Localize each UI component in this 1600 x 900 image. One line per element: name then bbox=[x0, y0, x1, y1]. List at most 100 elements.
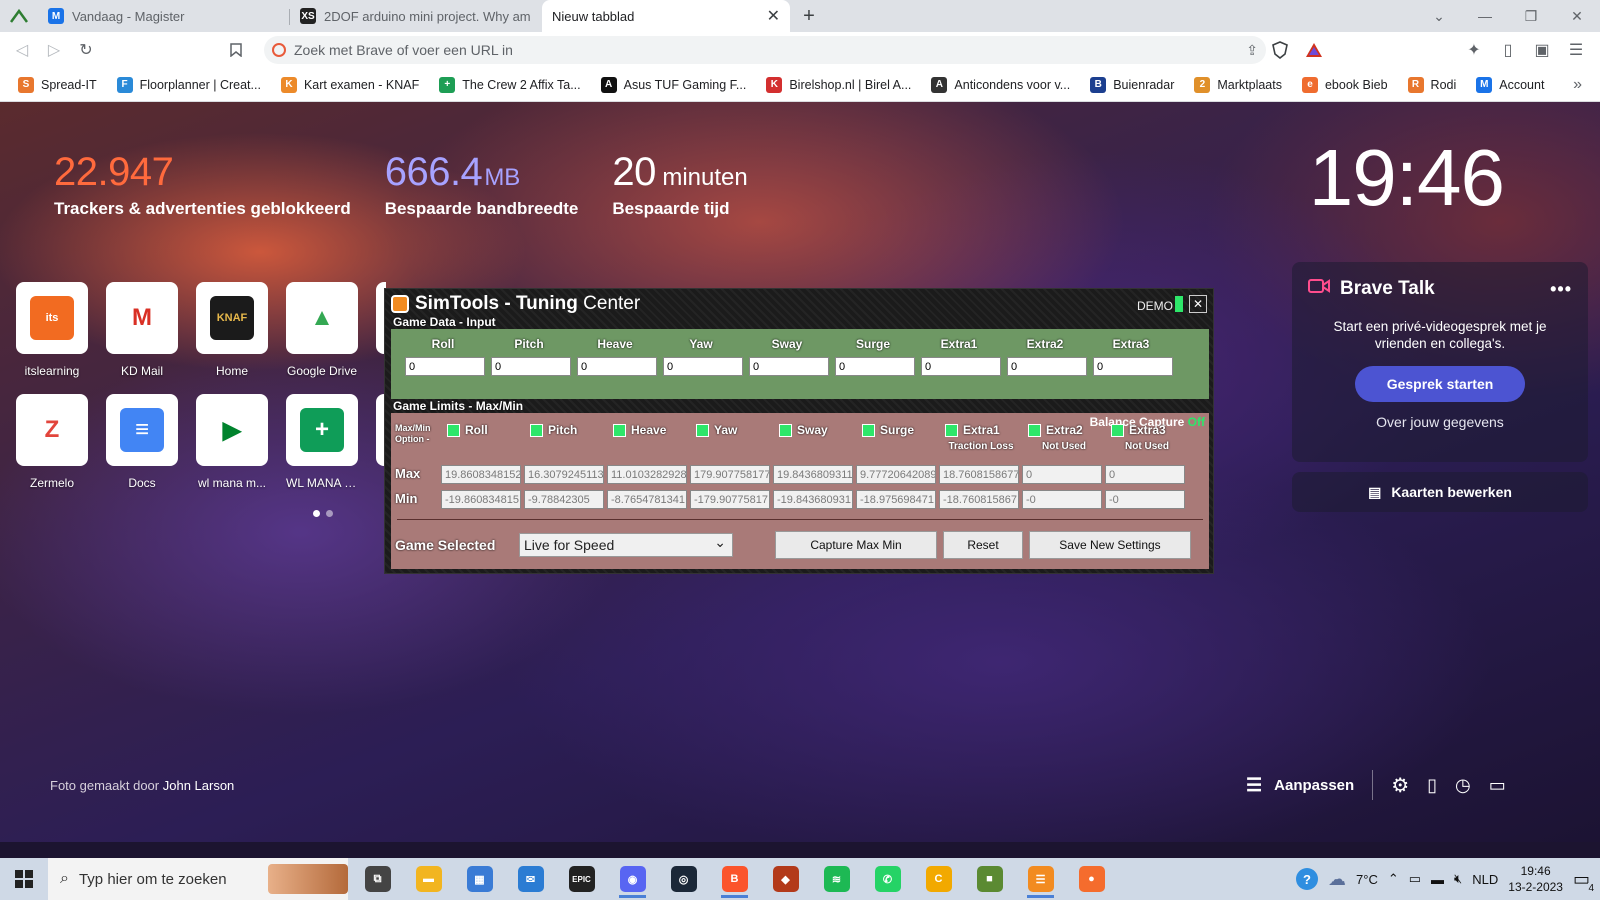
pager-dot[interactable] bbox=[326, 510, 333, 517]
axis-input-field[interactable]: 0 bbox=[921, 357, 1001, 376]
maximize-icon[interactable]: ❐ bbox=[1508, 0, 1554, 32]
new-tab-plus-icon[interactable]: + bbox=[794, 0, 824, 32]
top-site-tile[interactable]: ▲ Google Drive bbox=[286, 282, 358, 378]
pager-dot[interactable] bbox=[313, 510, 320, 517]
bookmarks-overflow-icon[interactable]: » bbox=[1573, 76, 1592, 94]
language[interactable]: NLD bbox=[1472, 872, 1498, 887]
bookmark-item[interactable]: + The Crew 2 Affix Ta... bbox=[429, 76, 590, 93]
taskbar-file-explorer-icon[interactable]: ▬ bbox=[403, 858, 454, 900]
max-value-field[interactable]: 0 bbox=[1105, 465, 1185, 484]
axis-checkbox[interactable]: Pitch bbox=[530, 423, 577, 437]
brave-talk-icon[interactable]: ▭ bbox=[1489, 775, 1506, 796]
axis-checkbox[interactable]: Surge bbox=[862, 423, 914, 437]
top-site-tile[interactable]: KNAF Home bbox=[196, 282, 268, 378]
axis-checkbox[interactable]: Sway bbox=[779, 423, 828, 437]
battery-icon[interactable]: ▬ bbox=[1431, 872, 1444, 887]
reset-button[interactable]: Reset bbox=[943, 531, 1023, 559]
bookmark-item[interactable]: S Spread-IT bbox=[8, 76, 107, 93]
axis-checkbox[interactable]: Yaw bbox=[696, 423, 737, 437]
max-value-field[interactable]: 0 bbox=[1022, 465, 1102, 484]
top-site-tile[interactable]: its itslearning bbox=[16, 282, 88, 378]
bookmark-item[interactable]: K Birelshop.nl | Birel A... bbox=[756, 76, 921, 93]
top-site-tile[interactable]: ▶ wl mana m... bbox=[196, 394, 268, 490]
brave-shields-icon[interactable] bbox=[1266, 36, 1294, 64]
edit-cards-button[interactable]: ▤ Kaarten bewerken bbox=[1292, 472, 1588, 512]
taskbar-brave-icon[interactable]: B bbox=[709, 858, 760, 900]
bookmark-icon[interactable] bbox=[222, 36, 250, 64]
taskbar-mail-icon[interactable]: ✉ bbox=[505, 858, 556, 900]
axis-input-field[interactable]: 0 bbox=[577, 357, 657, 376]
extensions-icon[interactable]: ✦ bbox=[1460, 36, 1488, 64]
taskbar-task-view-icon[interactable]: ⧉ bbox=[352, 858, 403, 900]
bookmark-item[interactable]: M Account bbox=[1466, 76, 1554, 93]
volume-mute-icon[interactable]: 🔇︎ bbox=[1454, 871, 1462, 887]
axis-input-field[interactable]: 0 bbox=[1093, 357, 1173, 376]
sidebar-icon[interactable]: ▯ bbox=[1494, 36, 1522, 64]
tab-2dof-arduino[interactable]: XS 2DOF arduino mini project. Why am i bbox=[290, 0, 542, 32]
capture-max-min-button[interactable]: Capture Max Min bbox=[775, 531, 937, 559]
close-window-icon[interactable]: ✕ bbox=[1554, 0, 1600, 32]
privacy-link[interactable]: Over jouw gegevens bbox=[1308, 414, 1572, 430]
min-value-field[interactable]: -19.860834815 bbox=[441, 490, 521, 509]
top-site-tile[interactable]: + WL MANA Sh... bbox=[286, 394, 358, 490]
taskbar-clock[interactable]: 19:46 13-2-2023 bbox=[1508, 863, 1563, 895]
bookmark-item[interactable]: K Kart examen - KNAF bbox=[271, 76, 429, 93]
browser-menu-icon[interactable] bbox=[0, 0, 38, 32]
taskbar-discord-icon[interactable]: ◉ bbox=[607, 858, 658, 900]
taskbar-game-app-icon[interactable]: ◆ bbox=[760, 858, 811, 900]
min-value-field[interactable]: -179.90775817 bbox=[690, 490, 770, 509]
taskbar-spotify-icon[interactable]: ≋ bbox=[811, 858, 862, 900]
close-tab-icon[interactable]: ✕ bbox=[767, 6, 780, 26]
start-call-button[interactable]: Gesprek starten bbox=[1355, 366, 1525, 402]
address-bar[interactable]: ⇪ bbox=[264, 36, 1266, 64]
bookmark-item[interactable]: A Anticondens voor v... bbox=[921, 76, 1080, 93]
axis-input-field[interactable]: 0 bbox=[405, 357, 485, 376]
share-icon[interactable]: ⇪ bbox=[1246, 42, 1258, 59]
max-value-field[interactable]: 19.8436809311 bbox=[773, 465, 853, 484]
game-select-dropdown[interactable]: Live for Speed bbox=[519, 531, 733, 557]
minimize-icon[interactable]: — bbox=[1462, 0, 1508, 32]
notifications-icon[interactable]: ▭ 4 bbox=[1573, 869, 1594, 894]
bookmark-item[interactable]: F Floorplanner | Creat... bbox=[107, 76, 271, 93]
axis-checkbox[interactable]: Heave bbox=[613, 423, 666, 437]
bookmark-item[interactable]: A Asus TUF Gaming F... bbox=[591, 76, 757, 93]
max-value-field[interactable]: 9.77720642089 bbox=[856, 465, 936, 484]
bookmark-item[interactable]: 2 Marktplaats bbox=[1184, 76, 1292, 93]
axis-input-field[interactable]: 0 bbox=[663, 357, 743, 376]
menu-icon[interactable]: ☰ bbox=[1562, 36, 1590, 64]
axis-input-field[interactable]: 0 bbox=[491, 357, 571, 376]
top-site-tile[interactable]: Z Zermelo bbox=[16, 394, 88, 490]
forward-icon[interactable]: ▷ bbox=[40, 36, 68, 64]
bookmark-item[interactable]: e ebook Bieb bbox=[1292, 76, 1398, 93]
axis-checkbox[interactable]: Roll bbox=[447, 423, 488, 437]
tab-magister[interactable]: M Vandaag - Magister bbox=[38, 0, 290, 32]
max-value-field[interactable]: 179.907758177 bbox=[690, 465, 770, 484]
brave-rewards-icon[interactable] bbox=[1300, 36, 1328, 64]
save-new-settings-button[interactable]: Save New Settings bbox=[1029, 531, 1191, 559]
taskbar-minecraft-icon[interactable]: ■ bbox=[964, 858, 1015, 900]
settings-gear-icon[interactable]: ⚙ bbox=[1391, 773, 1409, 798]
taskbar-epic-games-icon[interactable]: EPIC bbox=[556, 858, 607, 900]
bookmark-item[interactable]: R Rodi bbox=[1398, 76, 1467, 93]
axis-checkbox[interactable]: Extra2 bbox=[1028, 423, 1083, 437]
back-icon[interactable]: ◁ bbox=[8, 36, 36, 64]
top-site-tile[interactable]: ≡ Docs bbox=[106, 394, 178, 490]
max-value-field[interactable]: 16.3079245113 bbox=[524, 465, 604, 484]
taskbar-simtools-icon[interactable]: ☰ bbox=[1015, 858, 1066, 900]
more-options-icon[interactable]: ••• bbox=[1550, 279, 1572, 300]
taskbar-origin-icon[interactable]: ● bbox=[1066, 858, 1117, 900]
max-value-field[interactable]: 11.0103282928 bbox=[607, 465, 687, 484]
min-value-field[interactable]: -18.975698471 bbox=[856, 490, 936, 509]
max-value-field[interactable]: 18.7608158677 bbox=[939, 465, 1019, 484]
min-value-field[interactable]: -19.843680931 bbox=[773, 490, 853, 509]
wallet-icon[interactable]: ▣ bbox=[1528, 36, 1556, 64]
reload-icon[interactable]: ↻ bbox=[72, 36, 100, 64]
help-icon[interactable]: ? bbox=[1296, 868, 1319, 890]
axis-input-field[interactable]: 0 bbox=[1007, 357, 1087, 376]
tray-chevron-up-icon[interactable]: ⌃ bbox=[1388, 871, 1399, 887]
tab-new-tab[interactable]: Nieuw tabblad ✕ bbox=[542, 0, 790, 32]
network-icon[interactable]: ▭ bbox=[1409, 871, 1421, 887]
history-icon[interactable]: ◷ bbox=[1455, 775, 1471, 796]
min-value-field[interactable]: -18.760815867 bbox=[939, 490, 1019, 509]
taskbar-steam-icon[interactable]: ◎ bbox=[658, 858, 709, 900]
